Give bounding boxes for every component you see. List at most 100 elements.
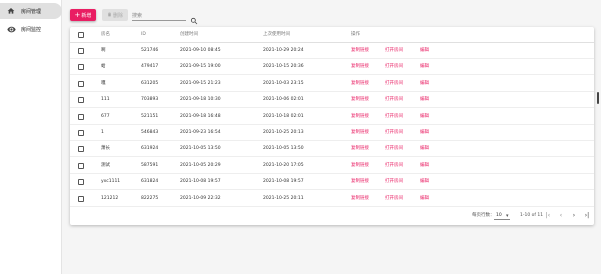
select-all-checkbox[interactable] (78, 32, 84, 38)
sidebar-item-room-management[interactable]: 房间管理 (0, 3, 62, 19)
open-room-button[interactable]: 打开房间 (385, 92, 403, 108)
created-time: 2021-10-05 20:29 (180, 162, 221, 168)
table-row[interactable]: 测试 587591 2021-10-05 20:29 2021-10-20 17:05… (70, 158, 594, 174)
row-checkbox[interactable] (78, 113, 84, 120)
row-checkbox[interactable] (78, 162, 84, 169)
last-used-time: 2021-10-03 23:15 (263, 80, 304, 86)
scrollbar[interactable] (597, 92, 599, 104)
pagination: 每页行数： 10 ▾ 1-10 of 11 |‹ ‹ › ›| (70, 207, 594, 225)
table-row[interactable]: 嘎 631205 2021-09-15 21:23 2021-10-03 23:15 复… (70, 76, 594, 92)
row-checkbox[interactable] (78, 48, 84, 54)
table-row[interactable]: 111 703893 2021-09-18 10:30 2021-10-06 02:0… (70, 92, 594, 109)
add-button[interactable]: + 新增 (70, 9, 96, 21)
table-row[interactable]: yxc1111 631824 2021-10-08 19:57 2021-10-08 … (70, 174, 594, 191)
created-time: 2021-09-15 19:00 (180, 64, 221, 70)
room-name: 677 (101, 113, 110, 119)
row-checkbox[interactable] (78, 130, 84, 136)
created-time: 2021-09-23 16:54 (180, 130, 221, 135)
row-checkbox[interactable] (78, 195, 84, 202)
open-room-button[interactable]: 打开房间 (385, 191, 403, 207)
eye-icon (6, 24, 16, 34)
column-header-last-used: 上次使用时间 (263, 32, 290, 37)
created-time: 2021-09-10 08:45 (180, 48, 221, 53)
copy-link-button[interactable]: 复制链接 (351, 141, 369, 157)
room-name: yxc1111 (101, 179, 121, 185)
room-id: 631824 (141, 179, 159, 185)
room-id: 822275 (141, 195, 159, 201)
edit-button[interactable]: 编辑 (420, 191, 429, 207)
last-used-time: 2021-10-25 20:13 (263, 130, 304, 135)
copy-link-button[interactable]: 复制链接 (351, 191, 369, 207)
room-name: 1 (101, 130, 104, 135)
edit-button[interactable]: 编辑 (420, 109, 429, 125)
search-icon[interactable] (190, 10, 198, 25)
table-row[interactable]: 1 546843 2021-09-23 16:54 2021-10-25 20:13 复… (70, 125, 594, 141)
rooms-table-card: 房名 ID 创建时间 上次使用时间 操作 啊 521746 2021-09-10 0… (70, 27, 594, 225)
created-time: 2021-10-05 13:50 (180, 146, 221, 152)
copy-link-button[interactable]: 复制链接 (351, 158, 369, 174)
copy-link-button[interactable]: 复制链接 (351, 92, 369, 108)
column-header-name: 房名 (101, 32, 110, 37)
row-checkbox[interactable] (78, 146, 84, 153)
open-room-button[interactable]: 打开房间 (385, 76, 403, 92)
add-button-label: 新增 (81, 12, 92, 19)
last-used-time: 2021-10-08 19:57 (263, 179, 304, 185)
last-used-time: 2021-10-18 02:01 (263, 113, 304, 119)
copy-link-button[interactable]: 复制链接 (351, 76, 369, 92)
room-name: 121212 (101, 195, 119, 201)
table-row[interactable]: 啊 521746 2021-09-10 08:45 2021-10-29 20:24 复… (70, 43, 594, 59)
room-id: 587591 (141, 162, 159, 168)
open-room-button[interactable]: 打开房间 (385, 109, 403, 125)
table-row[interactable]: 677 521151 2021-09-18 16:48 2021-10-18 02:0… (70, 109, 594, 125)
edit-button[interactable]: 编辑 (420, 59, 429, 75)
row-checkbox[interactable] (78, 97, 84, 104)
main-content: + 新增 删除 搜索 房名 ID 创建时间 上次使用时间 操作 啊 521746 2… (62, 0, 601, 274)
last-page-icon[interactable]: ›| (583, 212, 591, 220)
open-room-button[interactable]: 打开房间 (385, 59, 403, 75)
copy-link-button[interactable]: 复制链接 (351, 59, 369, 75)
room-id: 631924 (141, 146, 159, 152)
edit-button[interactable]: 编辑 (420, 141, 429, 157)
table-row[interactable]: 萧长 631924 2021-10-05 13:50 2021-10-05 13:50… (70, 141, 594, 158)
open-room-button[interactable]: 打开房间 (385, 141, 403, 157)
prev-page-icon[interactable]: ‹ (557, 212, 565, 220)
table-row[interactable]: 蛤 479417 2021-09-15 19:00 2021-10-15 20:36 复… (70, 59, 594, 76)
open-room-button[interactable]: 打开房间 (385, 125, 403, 141)
copy-link-button[interactable]: 复制链接 (351, 174, 369, 190)
copy-link-button[interactable]: 复制链接 (351, 109, 369, 125)
rows-per-page-label: 每页行数： (472, 213, 495, 218)
edit-button[interactable]: 编辑 (420, 174, 429, 190)
copy-link-button[interactable]: 复制链接 (351, 125, 369, 141)
first-page-icon[interactable]: |‹ (544, 212, 552, 220)
room-name: 蛤 (101, 64, 106, 70)
room-name: 嘎 (101, 80, 106, 86)
next-page-icon[interactable]: › (570, 212, 578, 220)
edit-button[interactable]: 编辑 (420, 43, 429, 59)
last-used-time: 2021-10-20 17:05 (263, 162, 304, 168)
created-time: 2021-10-08 19:57 (180, 179, 221, 185)
created-time: 2021-09-15 21:23 (180, 80, 221, 86)
open-room-button[interactable]: 打开房间 (385, 174, 403, 190)
delete-button[interactable]: 删除 (102, 9, 128, 21)
plus-icon: + (74, 11, 81, 19)
edit-button[interactable]: 编辑 (420, 92, 429, 108)
table-row[interactable]: 121212 822275 2021-10-09 22:32 2021-10-25 2… (70, 191, 594, 207)
open-room-button[interactable]: 打开房间 (385, 43, 403, 59)
row-checkbox[interactable] (78, 179, 84, 186)
open-room-button[interactable]: 打开房间 (385, 158, 403, 174)
edit-button[interactable]: 编辑 (420, 125, 429, 141)
copy-link-button[interactable]: 复制链接 (351, 43, 369, 59)
chevron-down-icon: ▾ (506, 213, 509, 219)
room-id: 521151 (141, 113, 159, 119)
sidebar-item-room-monitor[interactable]: 房间监控 (0, 21, 62, 37)
room-id: 521746 (141, 48, 159, 53)
row-checkbox[interactable] (78, 64, 84, 71)
edit-button[interactable]: 编辑 (420, 76, 429, 92)
last-used-time: 2021-10-29 20:24 (263, 48, 304, 53)
page-range: 1-10 of 11 (520, 213, 544, 218)
search-input[interactable]: 搜索 (132, 9, 186, 21)
sidebar-item-label: 房间管理 (21, 8, 42, 15)
column-header-actions: 操作 (351, 32, 360, 37)
row-checkbox[interactable] (78, 80, 84, 87)
edit-button[interactable]: 编辑 (420, 158, 429, 174)
